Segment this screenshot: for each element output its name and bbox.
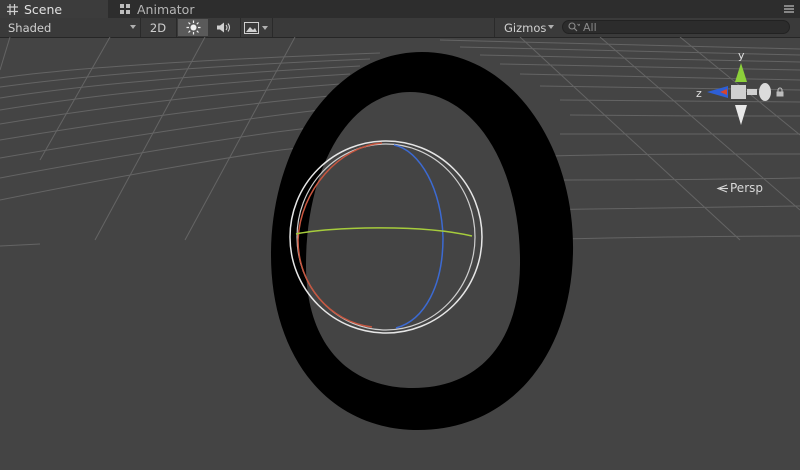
chevron-down-icon <box>548 25 554 29</box>
gizmos-label: Gizmos <box>504 20 547 35</box>
search-field[interactable] <box>562 20 790 34</box>
y-axis-label: y <box>738 49 745 62</box>
tab-scene-label: Scene <box>24 1 63 17</box>
perspective-icon <box>716 183 728 193</box>
animator-icon <box>120 3 130 14</box>
search-input[interactable] <box>583 20 773 34</box>
toolbar-divider <box>272 18 273 37</box>
lighting-toggle-button[interactable] <box>178 19 208 36</box>
scene-grid-icon <box>7 3 18 15</box>
sun-icon <box>186 20 200 35</box>
projection-toggle[interactable]: Persp <box>716 181 763 195</box>
audio-toggle-button[interactable] <box>210 19 238 36</box>
toolbar-divider <box>240 18 241 37</box>
tab-animator[interactable]: Animator <box>113 0 223 18</box>
2d-toggle-label: 2D <box>149 20 167 35</box>
orientation-gizmo[interactable]: y z <box>690 45 780 133</box>
toolbar-divider <box>494 18 495 37</box>
draw-mode-dropdown[interactable]: Shaded <box>0 19 140 36</box>
chevron-down-icon <box>130 25 136 29</box>
2d-toggle-button[interactable]: 2D <box>142 19 174 36</box>
negative-y-cone-icon[interactable] <box>735 105 747 125</box>
draw-mode-label: Shaded <box>8 20 52 35</box>
speaker-icon <box>217 22 231 33</box>
chevron-down-icon <box>262 25 268 30</box>
toolbar-divider <box>140 18 141 37</box>
scene-canvas[interactable] <box>0 36 800 467</box>
gizmo-center-cube[interactable] <box>731 85 746 99</box>
negative-x-cone-icon[interactable] <box>747 89 757 95</box>
tab-animator-label: Animator <box>137 1 195 17</box>
torus-ring[interactable] <box>270 52 574 430</box>
z-axis-label: z <box>696 87 702 100</box>
effects-dropdown[interactable] <box>242 19 270 36</box>
negative-z-cone-icon[interactable] <box>759 83 771 101</box>
y-axis-cone-icon[interactable] <box>735 63 747 82</box>
toolbar-divider <box>176 18 177 37</box>
panel-menu-icon[interactable] <box>784 4 794 14</box>
scene-viewport[interactable]: y z Persp <box>0 36 800 467</box>
gizmos-dropdown[interactable]: Gizmos <box>496 19 558 36</box>
lock-icon[interactable] <box>776 87 784 97</box>
image-icon <box>244 21 259 34</box>
search-icon <box>568 22 580 32</box>
scene-toolbar: Shaded 2D Gizmos <box>0 18 800 38</box>
tab-scene[interactable]: Scene <box>0 0 108 18</box>
projection-label: Persp <box>730 181 763 195</box>
tab-bar: Scene Animator <box>0 0 800 18</box>
